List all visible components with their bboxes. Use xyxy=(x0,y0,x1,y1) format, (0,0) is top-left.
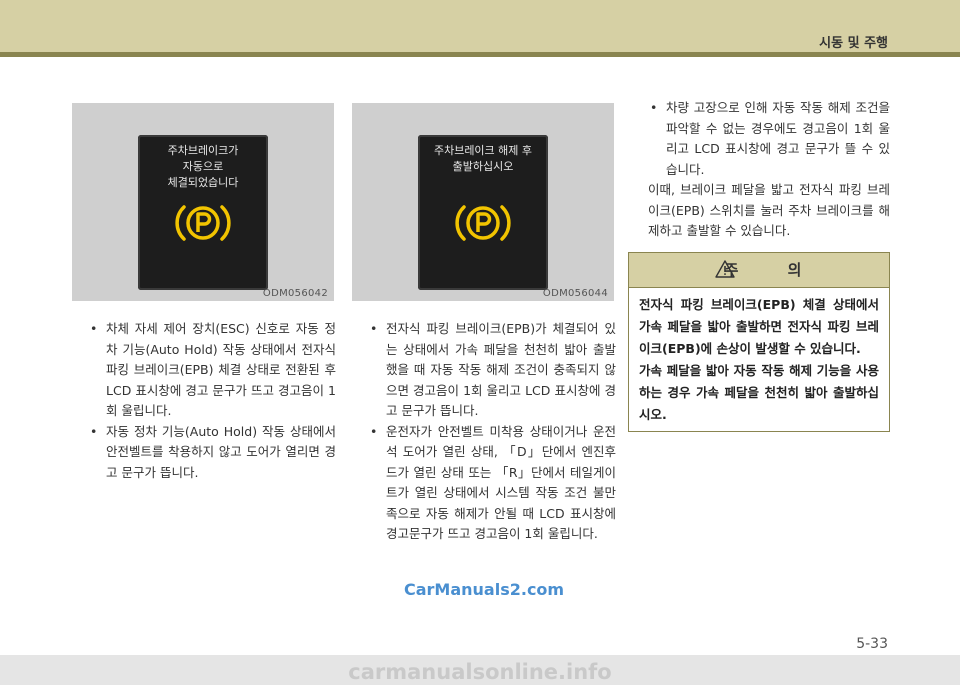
caution-paragraph: 가속 페달을 밟아 자동 작동 해제 기능을 사용하는 경우 가속 페달을 천천… xyxy=(639,363,879,422)
lcd-message: 주차브레이크 해제 후 출발하십시오 xyxy=(433,144,533,173)
section-title: 시동 및 주행 xyxy=(819,36,888,51)
caution-title: 주 의 xyxy=(724,261,824,279)
header-divider xyxy=(0,52,960,57)
page-number: 5-33 xyxy=(856,636,888,652)
header-band xyxy=(0,0,960,52)
bullet-item: 차량 고장으로 인해 자동 작동 해제 조건을 파악할 수 없는 경우에도 경고… xyxy=(646,98,890,180)
watermark: CarManuals2.com xyxy=(404,580,565,599)
figure-epb-release-before-start: 주차브레이크 해제 후 출발하십시오 ODM056044 xyxy=(352,103,614,301)
lcd-message: 주차브레이크가 자동으로 체결되었습니다 xyxy=(167,144,239,189)
bullet-item: 전자식 파킹 브레이크(EPB)가 체결되어 있는 상태에서 가속 페달을 천천… xyxy=(366,319,616,422)
bullet-item: 차체 자세 제어 장치(ESC) 신호로 자동 정차 기능(Auto Hold)… xyxy=(86,319,336,422)
paragraph: 이때, 브레이크 페달을 밟고 전자식 파킹 브레이크(EPB) 스위치를 눌러… xyxy=(648,182,890,238)
lcd-screen: 주차브레이크가 자동으로 체결되었습니다 xyxy=(138,135,268,290)
caution-body: 전자식 파킹 브레이크(EPB) 체결 상태에서 가속 페달을 밟아 출발하면 … xyxy=(629,288,889,432)
figure-code: ODM056042 xyxy=(262,288,328,299)
figure-code: ODM056044 xyxy=(542,288,608,299)
footer-watermark: carmanualsonline.info xyxy=(348,660,612,684)
text-column-3: 차량 고장으로 인해 자동 작동 해제 조건을 파악할 수 없는 경우에도 경고… xyxy=(646,98,890,242)
bullet-item: 자동 정차 기능(Auto Hold) 작동 상태에서 안전벨트를 착용하지 않… xyxy=(86,422,336,484)
bullet-item: 운전자가 안전벨트 미착용 상태이거나 운전석 도어가 열린 상태, 「D」단에… xyxy=(366,422,616,545)
text-column-1: 차체 자세 제어 장치(ESC) 신호로 자동 정차 기능(Auto Hold)… xyxy=(86,319,336,483)
lcd-screen: 주차브레이크 해제 후 출발하십시오 xyxy=(418,135,548,290)
caution-paragraph: 전자식 파킹 브레이크(EPB) 체결 상태에서 가속 페달을 밟아 출발하면 … xyxy=(639,297,879,356)
figure-epb-auto-engaged: 주차브레이크가 자동으로 체결되었습니다 ODM056042 xyxy=(72,103,334,301)
text-column-2: 전자식 파킹 브레이크(EPB)가 체결되어 있는 상태에서 가속 페달을 천천… xyxy=(366,319,616,545)
epb-warning-icon xyxy=(175,205,231,241)
caution-header: 주 의 xyxy=(629,253,889,288)
caution-box: 주 의 전자식 파킹 브레이크(EPB) 체결 상태에서 가속 페달을 밟아 출… xyxy=(628,252,890,432)
epb-warning-icon xyxy=(455,205,511,241)
